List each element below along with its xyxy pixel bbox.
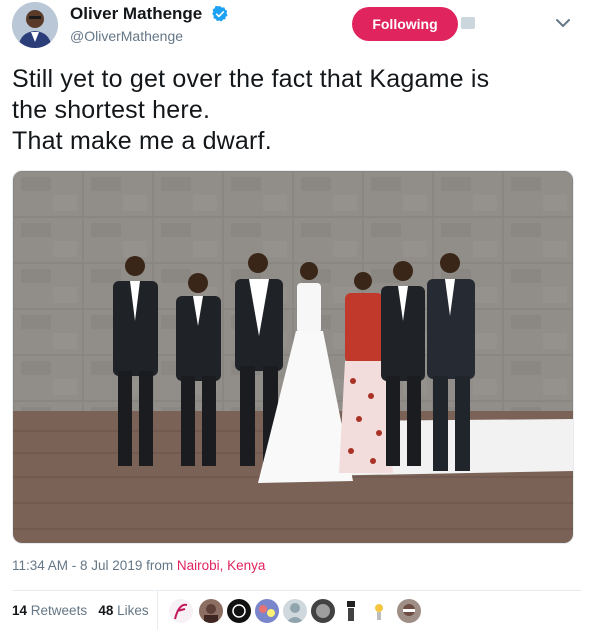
likes-label: Likes bbox=[117, 603, 149, 618]
stats-divider bbox=[157, 590, 158, 630]
verified-badge-icon bbox=[211, 5, 228, 22]
following-button[interactable]: Following bbox=[352, 7, 458, 41]
avatar[interactable] bbox=[12, 2, 58, 48]
tweet-timestamp: 11:34 AM - 8 Jul 2019 from Nairobi, Keny… bbox=[12, 558, 265, 573]
user-identity[interactable]: Oliver Mathenge @OliverMathenge bbox=[70, 4, 229, 44]
from-label: from bbox=[146, 558, 174, 573]
tweet-time-date[interactable]: 11:34 AM - 8 Jul 2019 bbox=[12, 558, 142, 573]
liker-avatar[interactable] bbox=[310, 598, 336, 624]
retweets-stat[interactable]: 14 Retweets bbox=[12, 603, 87, 618]
display-name[interactable]: Oliver Mathenge bbox=[70, 4, 202, 24]
retweets-count: 14 bbox=[12, 603, 28, 618]
liker-avatar[interactable] bbox=[366, 598, 392, 624]
liker-avatar[interactable] bbox=[198, 598, 224, 624]
liker-avatar[interactable] bbox=[254, 598, 280, 624]
dm-icon[interactable] bbox=[461, 17, 475, 29]
likes-stat[interactable]: 48 Likes bbox=[98, 603, 148, 618]
liker-avatar[interactable] bbox=[338, 598, 364, 624]
liker-avatar[interactable] bbox=[396, 598, 422, 624]
retweets-label: Retweets bbox=[30, 603, 88, 618]
tweet-text: Still yet to get over the fact that Kaga… bbox=[12, 64, 582, 157]
liker-avatar[interactable] bbox=[168, 598, 194, 624]
tweet-photo[interactable] bbox=[12, 170, 574, 544]
tweet-text-line: the shortest here. bbox=[12, 96, 211, 124]
liker-avatar[interactable] bbox=[226, 598, 252, 624]
chevron-down-icon[interactable] bbox=[556, 18, 570, 28]
tweet-text-line: Still yet to get over the fact that Kaga… bbox=[12, 65, 490, 93]
likes-count: 48 bbox=[98, 603, 114, 618]
liker-avatar[interactable] bbox=[282, 598, 308, 624]
tweet-header: Oliver Mathenge @OliverMathenge Followin… bbox=[0, 0, 593, 60]
tweet-location-link[interactable]: Nairobi, Kenya bbox=[177, 558, 266, 573]
user-handle: @OliverMathenge bbox=[70, 28, 184, 44]
divider bbox=[12, 590, 581, 591]
tweet-stats: 14 Retweets 48 Likes bbox=[12, 603, 149, 618]
tweet-text-line: That make me a dwarf. bbox=[12, 127, 272, 155]
